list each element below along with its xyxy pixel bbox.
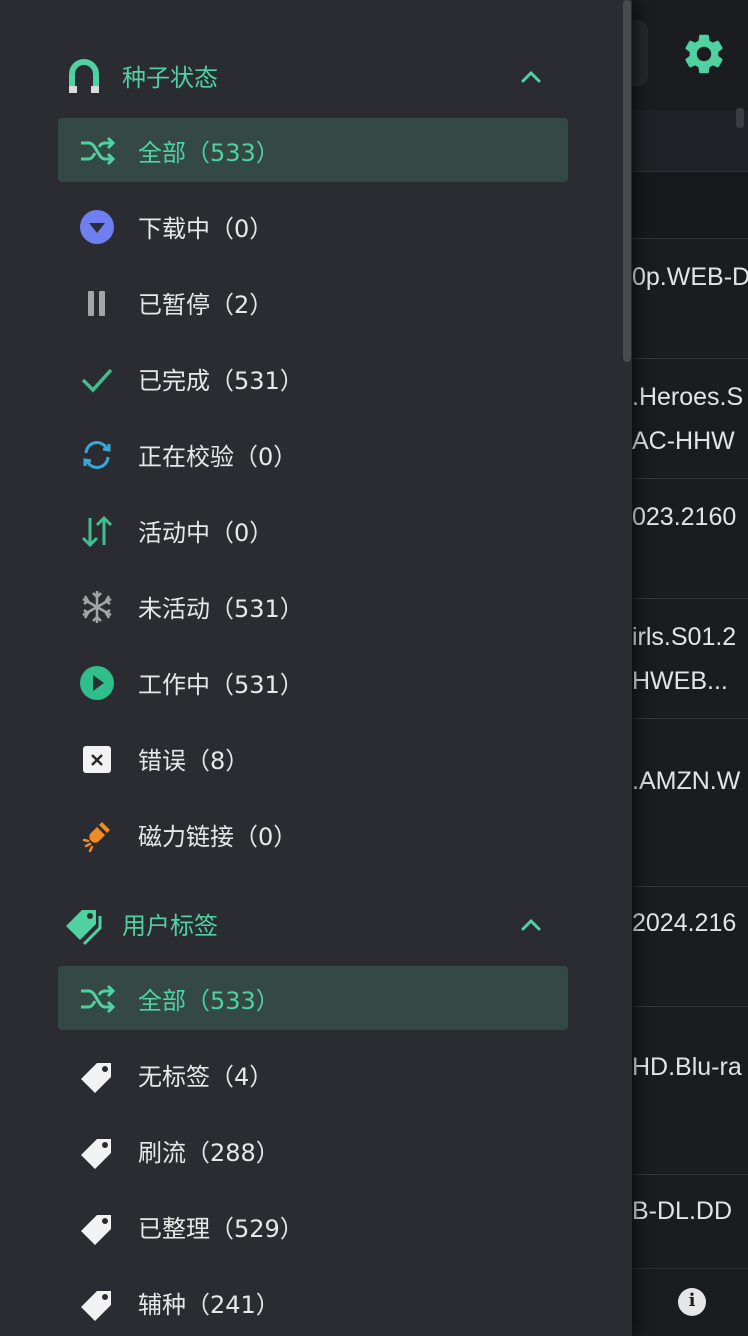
tag-icon: [81, 1215, 111, 1245]
shuffle-icon: [81, 136, 116, 166]
tag-icon: [81, 1063, 111, 1093]
tag-item-cross-seed[interactable]: 辅种（241）: [58, 1270, 568, 1334]
tag-icon: [81, 1291, 111, 1321]
info-icon[interactable]: i: [678, 1288, 706, 1316]
tag-item-all[interactable]: 全部（533）: [58, 966, 568, 1030]
status-item-label: 正在校验（0）: [138, 443, 298, 471]
status-item-checking[interactable]: 正在校验（0）: [58, 422, 568, 486]
status-item-all[interactable]: 全部（533）: [58, 118, 568, 182]
tag-icon: [81, 1139, 111, 1169]
section-title: 用户标签: [122, 912, 218, 940]
status-item-label: 活动中（0）: [138, 519, 274, 547]
snowflake-icon: [82, 591, 112, 623]
status-item-downloading[interactable]: 下载中（0）: [58, 194, 568, 258]
filter-drawer: 种子状态 全部（533） 下载中（0） 已暂停（2） 已完成（531） 正在校验…: [0, 0, 632, 1336]
status-item-label: 全部（533）: [138, 139, 280, 167]
play-circle-icon: [80, 666, 114, 700]
status-item-inactive[interactable]: 未活动（531）: [58, 574, 568, 638]
tag-item-organized[interactable]: 已整理（529）: [58, 1194, 568, 1258]
status-item-label: 错误（8）: [138, 747, 250, 775]
up-down-arrows-icon: [81, 515, 113, 548]
section-header-user-tags[interactable]: 用户标签: [58, 892, 568, 952]
tag-item-label: 辅种（241）: [138, 1291, 280, 1319]
status-item-label: 工作中（531）: [138, 671, 304, 699]
status-item-working[interactable]: 工作中（531）: [58, 650, 568, 714]
status-item-paused[interactable]: 已暂停（2）: [58, 270, 568, 334]
row-title: 0p.WEB-D: [632, 263, 748, 291]
status-item-label: 已完成（531）: [138, 367, 304, 395]
status-item-active[interactable]: 活动中（0）: [58, 498, 568, 562]
row-title: HWEB...: [632, 667, 728, 695]
check-icon: [81, 368, 113, 393]
row-title: 023.2160: [632, 503, 737, 531]
row-title: AC-HHW: [632, 427, 735, 455]
tags-icon: [66, 910, 102, 946]
section-header-torrent-status[interactable]: 种子状态: [58, 44, 568, 104]
row-title: .AMZN.W: [632, 767, 741, 795]
row-title: HD.Blu-ra: [632, 1053, 742, 1081]
error-x-icon: [83, 746, 111, 773]
drawer-scrollbar[interactable]: [623, 0, 631, 362]
tag-item-label: 已整理（529）: [138, 1215, 304, 1243]
pause-icon: [88, 291, 105, 316]
row-title: B-DL.DD: [632, 1197, 733, 1225]
tag-item-brush[interactable]: 刷流（288）: [58, 1118, 568, 1182]
status-item-label: 磁力链接（0）: [138, 823, 298, 851]
status-item-completed[interactable]: 已完成（531）: [58, 346, 568, 410]
section-title: 种子状态: [122, 64, 218, 92]
gear-icon[interactable]: [680, 30, 728, 78]
list-scrollbar[interactable]: [736, 108, 744, 128]
row-title: irls.S01.2: [632, 623, 737, 651]
shuffle-icon: [81, 984, 116, 1014]
sync-icon: [83, 441, 111, 469]
status-item-magnet[interactable]: 磁力链接（0）: [58, 802, 568, 866]
magnet-icon: [82, 822, 110, 853]
row-title: .Heroes.S: [632, 383, 744, 411]
status-item-label: 未活动（531）: [138, 595, 304, 623]
status-item-error[interactable]: 错误（8）: [58, 726, 568, 790]
tag-item-label: 刷流（288）: [138, 1139, 280, 1167]
tag-item-label: 全部（533）: [138, 987, 280, 1015]
horseshoe-magnet-icon: [69, 59, 99, 93]
chevron-up-icon[interactable]: [516, 62, 546, 92]
status-item-label: 下载中（0）: [138, 215, 274, 243]
download-circle-icon: [80, 210, 114, 244]
status-item-label: 已暂停（2）: [138, 291, 274, 319]
tag-item-untagged[interactable]: 无标签（4）: [58, 1042, 568, 1106]
chevron-up-icon[interactable]: [516, 910, 546, 940]
row-title: 2024.216: [632, 909, 737, 937]
tag-item-label: 无标签（4）: [138, 1063, 274, 1091]
